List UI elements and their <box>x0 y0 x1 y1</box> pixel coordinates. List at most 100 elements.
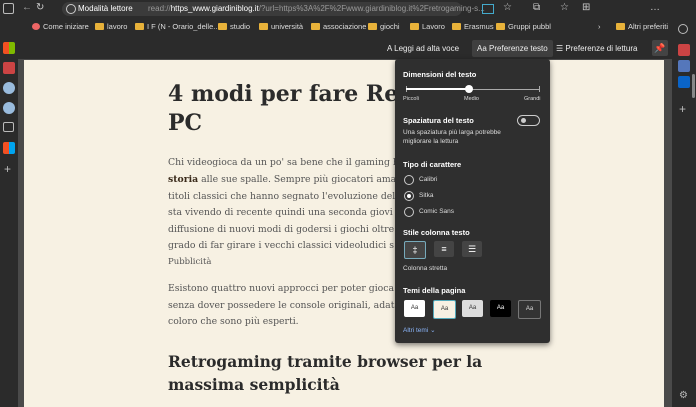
paragraph-line: sta vivendo di recente quindi una second… <box>168 207 393 218</box>
tabs-icon[interactable] <box>3 3 14 14</box>
app-icon[interactable] <box>3 62 15 74</box>
font-label-comic-sans: Comic Sans <box>419 208 455 215</box>
paragraph-line: Esistono quattro nuovi approcci per pote… <box>168 283 395 294</box>
favorite-label: Lavoro <box>422 22 445 31</box>
section-heading-line1: Retrogaming tramite browser per la <box>168 352 483 371</box>
folder-icon <box>218 23 227 30</box>
settings-icon[interactable]: ⚙ <box>679 390 688 401</box>
favorite-label: Altri preferiti <box>628 22 669 31</box>
favorite-universita[interactable]: università <box>259 22 303 31</box>
column-wide-button[interactable]: ☰ <box>462 241 482 257</box>
spacing-toggle[interactable] <box>517 115 540 126</box>
favorite-lavoro[interactable]: lavoro <box>95 22 127 31</box>
paragraph-line: coloro che sono più esperti. <box>168 316 299 327</box>
read-aloud-button[interactable]: A Leggi ad alta voce <box>387 44 459 53</box>
size-medium-label: Medio <box>464 96 479 102</box>
theme-light[interactable]: Aa <box>404 300 425 317</box>
favorite-giochi[interactable]: giochi <box>368 22 400 31</box>
collections-icon[interactable]: ⊞ <box>582 2 590 13</box>
theme-gray[interactable]: Aa <box>462 300 483 317</box>
more-themes-label: Altri temi <box>403 327 429 334</box>
tools-icon[interactable] <box>678 60 690 72</box>
split-screen-icon[interactable]: ⧉ <box>533 2 540 13</box>
paragraph-line: grado di far girare i vecchi classici vi… <box>168 240 394 251</box>
column-narrow-button[interactable]: ‡ <box>404 241 426 259</box>
page-themes-title: Temi della pagina <box>403 286 466 295</box>
text-size-fill <box>406 88 469 90</box>
folder-icon <box>452 23 461 30</box>
font-radio-sitka[interactable] <box>404 191 414 201</box>
back-icon[interactable]: ← <box>22 2 32 13</box>
favorite-lavoro-2[interactable]: Lavoro <box>410 22 445 31</box>
section-heading-line2: massima semplicità <box>168 375 340 394</box>
favorite-star-icon[interactable]: ☆ <box>503 2 512 13</box>
theme-black[interactable]: Aa <box>490 300 511 317</box>
search-icon[interactable] <box>678 24 688 34</box>
font-radio-comic-sans[interactable] <box>404 207 414 217</box>
reading-preferences-button[interactable]: ☰ Preferenze di lettura <box>556 44 637 53</box>
firefox-icon <box>32 23 40 30</box>
folder-icon <box>616 23 625 30</box>
favorites-overflow-chevron-icon[interactable]: › <box>598 22 601 31</box>
favorite-label: giochi <box>380 22 400 31</box>
favorite-gruppi[interactable]: Gruppi pubbl <box>496 22 551 31</box>
spacing-title: Spaziatura del testo <box>403 116 474 125</box>
pin-icon: 📌 <box>654 43 666 53</box>
bold-word: storia <box>168 174 199 185</box>
add-icon-right[interactable]: + <box>679 102 686 116</box>
refresh-icon[interactable]: ↻ <box>36 2 44 13</box>
address-bar[interactable]: Modalità lettore read://https_www.giardi… <box>62 2 512 16</box>
favorite-label: università <box>271 22 304 31</box>
favorite-orario[interactable]: I F (N - Orario_delle... <box>135 22 220 31</box>
info-icon <box>66 4 76 14</box>
mail-icon[interactable] <box>3 122 14 132</box>
add-icon[interactable]: + <box>4 162 11 176</box>
reader-mode-label: Modalità lettore <box>78 4 133 13</box>
folder-icon <box>95 23 104 30</box>
column-selected-label: Colonna stretta <box>403 265 448 272</box>
url-rest: /?url=https%3A%2F%2Fwww.giardiniblog.it%… <box>258 4 485 13</box>
theme-dark[interactable]: Aa <box>518 300 541 319</box>
text-preferences-button[interactable]: Aa Preferenze testo <box>472 40 553 57</box>
favorites-icon[interactable]: ☆ <box>560 2 569 13</box>
right-sidebar: + ⚙ <box>672 0 696 407</box>
favorite-associazione[interactable]: associazione <box>311 22 366 31</box>
url-domain: https_www.giardiniblog.it <box>170 4 259 13</box>
more-themes-link[interactable]: Altri temi ⌄ <box>403 326 436 334</box>
text-size-slider-thumb[interactable] <box>464 85 473 93</box>
immersive-reader-icon[interactable] <box>482 4 494 14</box>
url-prefix: read:// <box>148 4 171 13</box>
folder-icon <box>259 23 268 30</box>
scrollbar-thumb[interactable] <box>692 74 695 98</box>
more-icon[interactable]: … <box>650 2 660 13</box>
favorite-come-iniziare[interactable]: Come iniziare <box>32 22 89 31</box>
microsoft-icon[interactable] <box>3 42 15 54</box>
theme-sepia[interactable]: Aa <box>433 300 456 319</box>
favorite-erasmus[interactable]: Erasmus <box>452 22 494 31</box>
reading-prefs-label: Preferenze di lettura <box>565 44 638 53</box>
favorite-label: associazione <box>323 22 367 31</box>
globe-icon-2[interactable] <box>3 102 15 114</box>
size-small-label: Piccoli <box>403 96 419 102</box>
text-size-tick <box>539 86 540 92</box>
favorite-studio[interactable]: studio <box>218 22 250 31</box>
favorite-other[interactable]: Altri preferiti <box>616 22 668 31</box>
paragraph-line: titoli classici che hanno segnato l'evol… <box>168 191 396 202</box>
read-aloud-label: Leggi ad alta voce <box>394 44 460 53</box>
paragraph-line-bold: storia alle sue spalle. Sempre più gioca… <box>168 172 396 189</box>
paragraph-line: diffusione di nuovi modi di godersi i gi… <box>168 224 395 235</box>
spacing-description-1: Una spaziatura più larga potrebbe <box>403 129 501 136</box>
medium-column-icon: ≡ <box>441 244 447 254</box>
left-sidebar: + <box>0 0 18 407</box>
favorite-label: lavoro <box>107 22 128 31</box>
text-prefs-label: Preferenze testo <box>489 44 548 53</box>
favorite-label: I F (N - Orario_delle... <box>147 22 220 31</box>
shopping-icon[interactable] <box>678 44 690 56</box>
folder-icon <box>496 23 505 30</box>
outlook-icon[interactable] <box>678 76 690 88</box>
office-icon[interactable] <box>3 142 15 154</box>
globe-icon[interactable] <box>3 82 15 94</box>
pin-button[interactable]: 📌 <box>652 40 668 56</box>
font-radio-calibri[interactable] <box>404 175 414 185</box>
column-medium-button[interactable]: ≡ <box>434 241 454 257</box>
